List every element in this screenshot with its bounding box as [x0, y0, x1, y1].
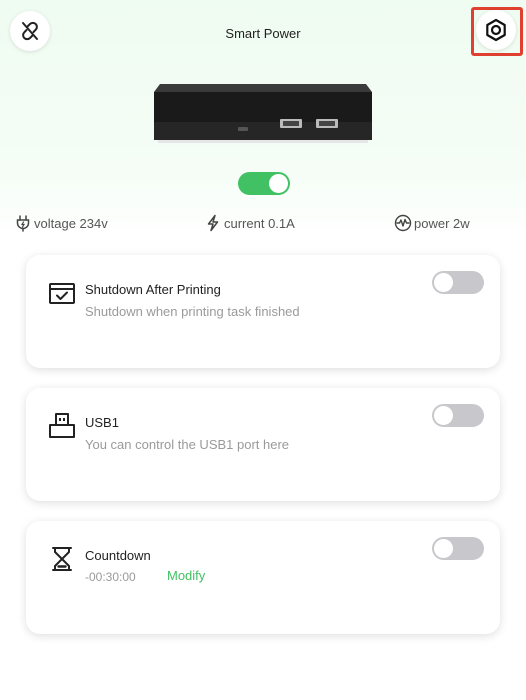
voltage-stat: voltage 234v	[14, 214, 108, 232]
current-value: current 0.1A	[224, 215, 295, 231]
toggle-knob	[434, 406, 453, 425]
modify-countdown-link[interactable]: Modify	[167, 568, 205, 583]
settings-button[interactable]	[476, 10, 516, 50]
header: Smart Power	[0, 0, 526, 70]
shutdown-after-printing-card: Shutdown After Printing Shutdown when pr…	[26, 255, 500, 368]
plug-icon	[16, 215, 30, 232]
card-description: Shutdown when printing task finished	[85, 304, 300, 319]
card-title: USB1	[85, 415, 119, 430]
card-description: You can control the USB1 port here	[85, 437, 290, 452]
current-stat: current 0.1A	[204, 214, 295, 232]
toggle-knob	[434, 539, 453, 558]
countdown-card: Countdown -00:30:00 Modify	[26, 521, 500, 634]
hexagon-settings-icon	[486, 18, 506, 42]
usb1-toggle[interactable]	[432, 404, 484, 427]
countdown-time: -00:30:00	[85, 570, 136, 584]
card-title: Countdown	[85, 548, 151, 563]
card-title: Shutdown After Printing	[85, 282, 221, 297]
pulse-icon	[394, 214, 412, 232]
toggle-knob	[434, 273, 453, 292]
power-value: power 2w	[414, 215, 470, 231]
usb1-card: USB1 You can control the USB1 port here	[26, 388, 500, 501]
device-image	[154, 84, 372, 143]
power-stats: voltage 234v current 0.1A power 2w	[0, 214, 526, 234]
power-stat: power 2w	[394, 214, 470, 232]
voltage-value: voltage 234v	[34, 215, 108, 231]
power-toggle[interactable]	[238, 172, 290, 195]
hourglass-icon	[52, 547, 72, 571]
countdown-toggle[interactable]	[432, 537, 484, 560]
usb-port-icon	[49, 413, 75, 438]
shutdown-after-printing-toggle[interactable]	[432, 271, 484, 294]
power-toggle-knob	[269, 174, 288, 193]
printer-check-icon	[49, 283, 75, 304]
page-title: Smart Power	[225, 26, 301, 41]
lightning-icon	[207, 214, 219, 232]
